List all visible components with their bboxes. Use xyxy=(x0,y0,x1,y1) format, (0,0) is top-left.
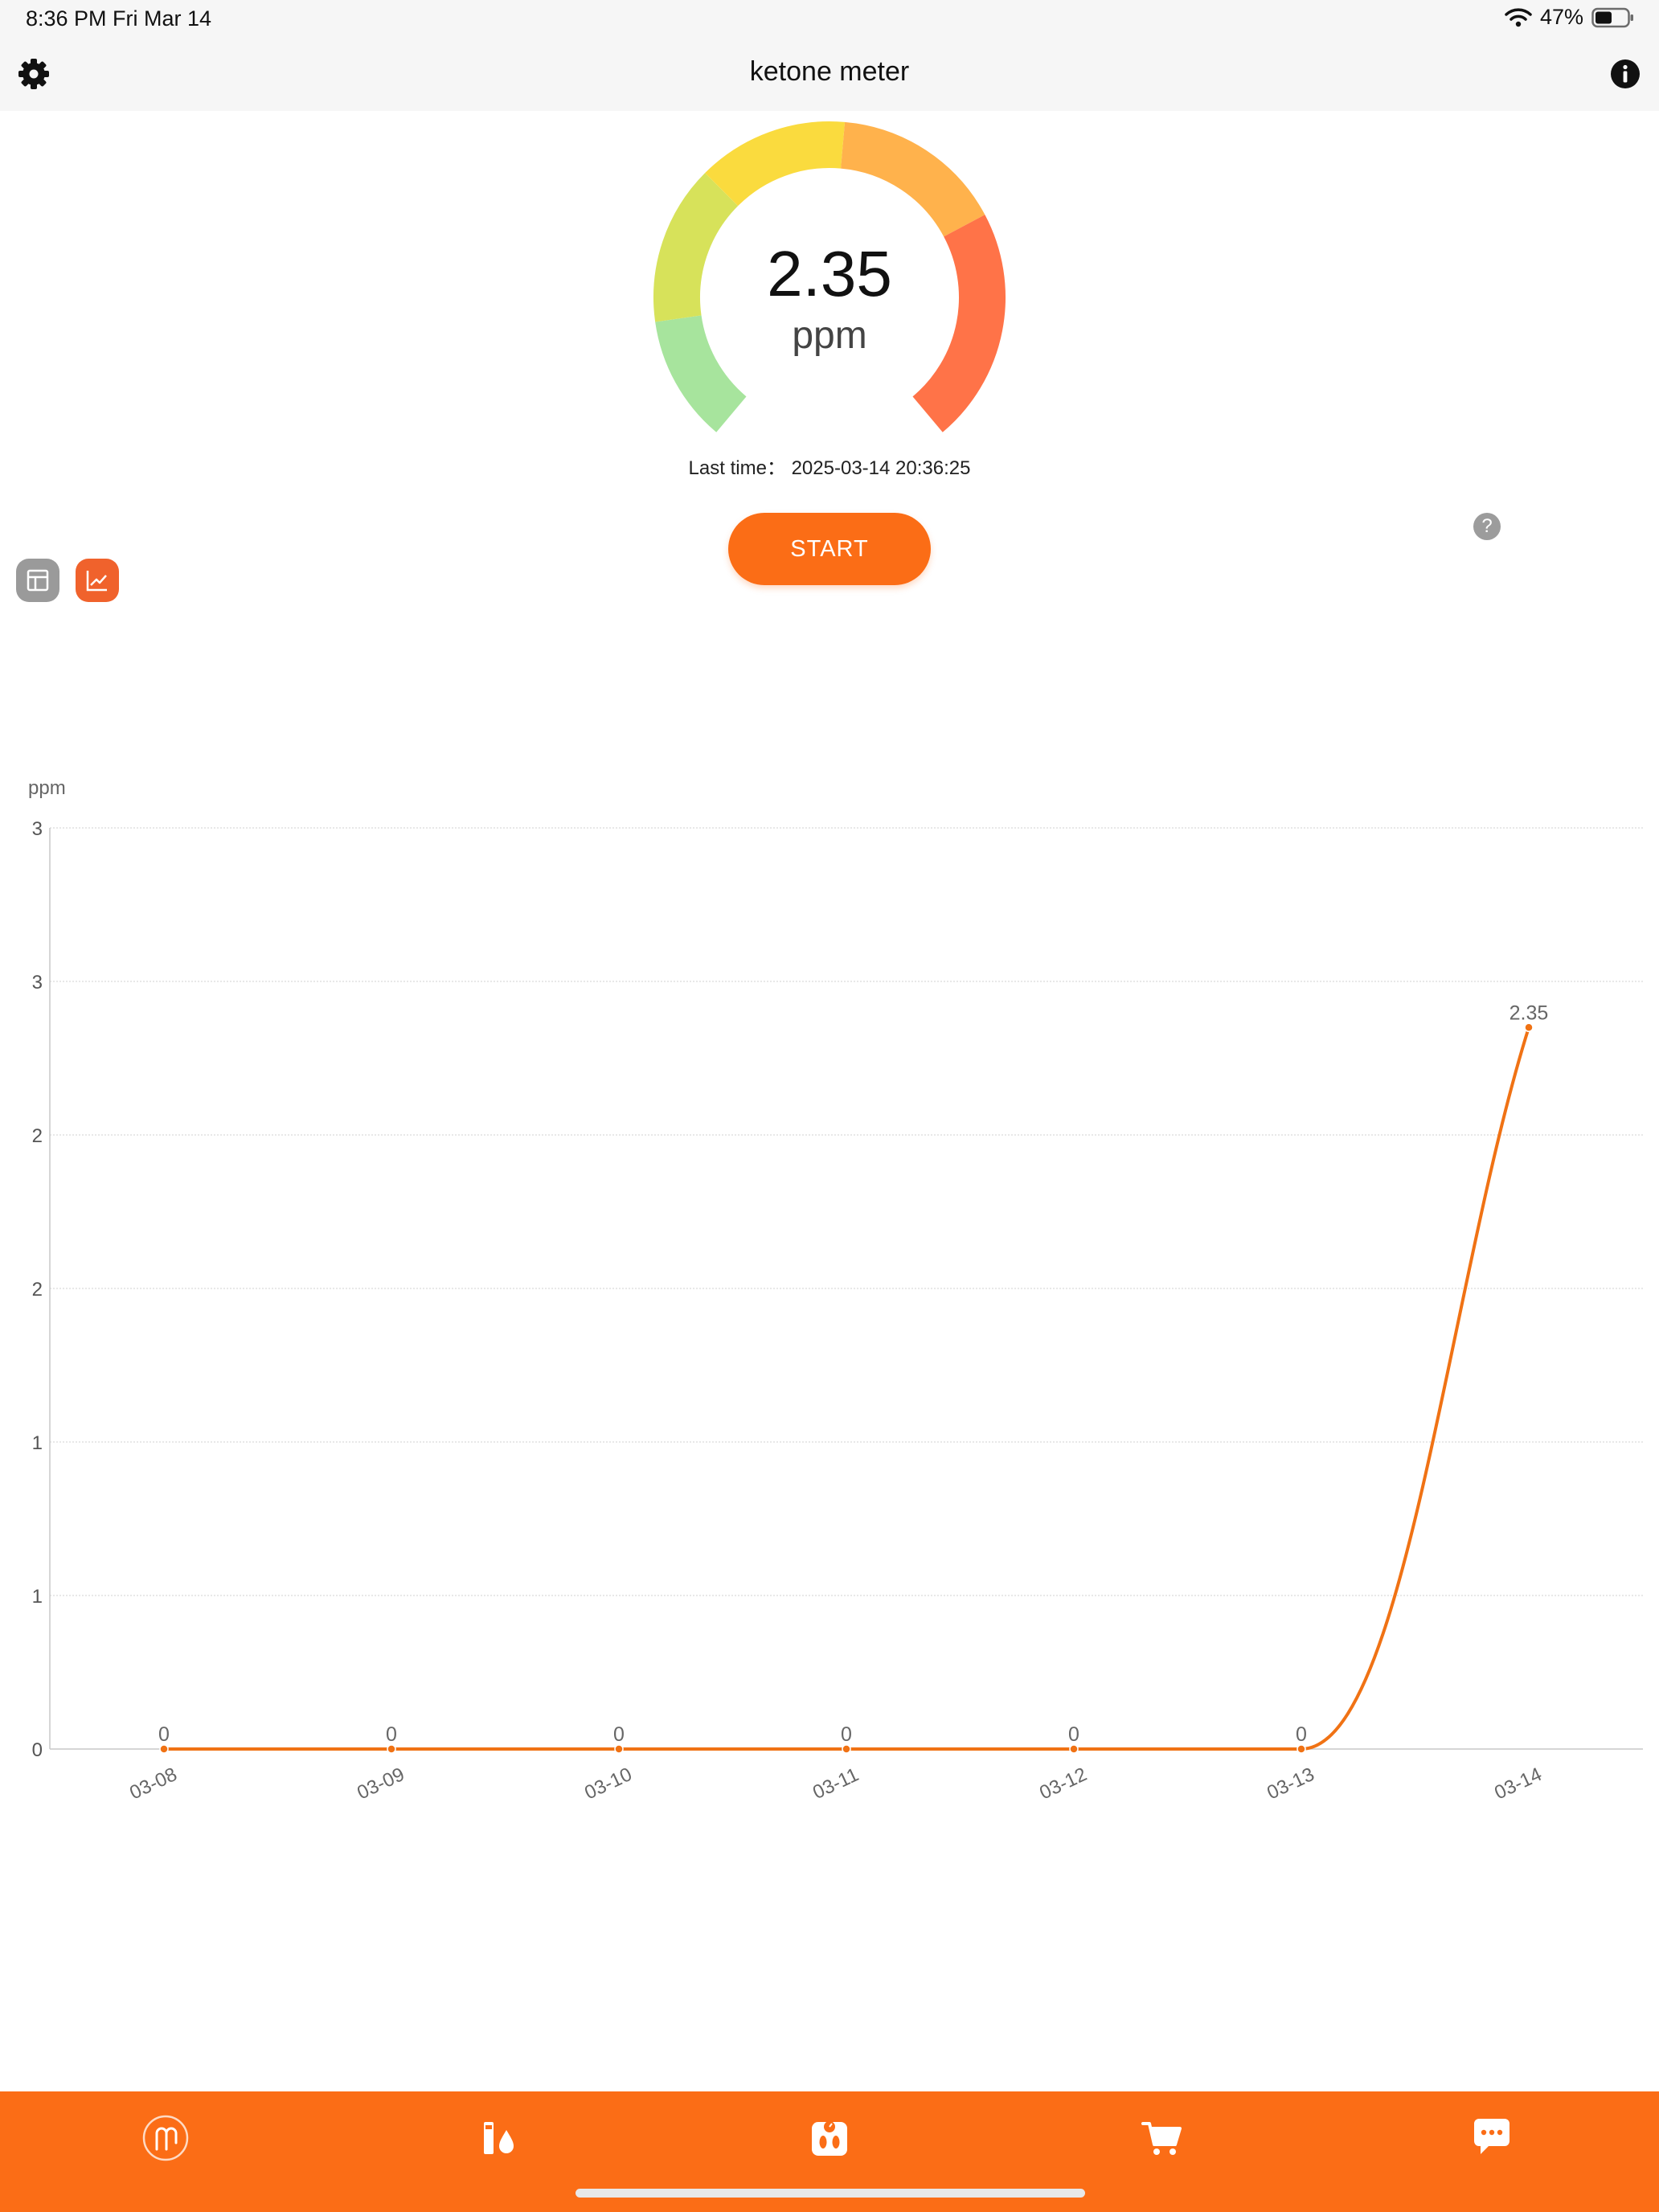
battery-percent: 47% xyxy=(1539,5,1583,29)
test-strip-drop-icon xyxy=(484,2122,514,2154)
gauge-band-3 xyxy=(705,121,846,207)
x-tick-label: 03-10 xyxy=(581,1763,635,1804)
info-icon[interactable] xyxy=(1609,58,1641,90)
gauge-unit: ppm xyxy=(792,314,867,357)
data-point[interactable] xyxy=(842,1744,851,1754)
data-label: 0 xyxy=(1068,1723,1079,1746)
series-line xyxy=(162,1026,1530,1751)
data-point[interactable] xyxy=(1296,1744,1306,1754)
data-label: 0 xyxy=(158,1723,170,1746)
tab-shop[interactable] xyxy=(1138,2114,1186,2162)
wifi-icon xyxy=(1505,7,1532,27)
x-tick-label: 03-09 xyxy=(354,1763,408,1804)
data-label: 0 xyxy=(1296,1723,1307,1746)
x-tick-label: 03-08 xyxy=(126,1763,180,1804)
y-tick-label: 3 xyxy=(32,818,43,840)
battery-icon xyxy=(1591,7,1633,27)
y-tick-label: 2 xyxy=(32,1279,43,1301)
data-point[interactable] xyxy=(1069,1744,1079,1754)
status-indicators: 47% xyxy=(1505,5,1635,30)
cart-icon xyxy=(1141,2122,1182,2155)
gauge: 2.35 ppm xyxy=(0,113,1659,450)
gauge-band-4 xyxy=(840,121,985,238)
home-indicator xyxy=(576,2189,1085,2198)
y-tick-label: 0 xyxy=(32,1739,43,1761)
data-point[interactable] xyxy=(159,1744,169,1754)
line-chart-icon xyxy=(86,571,107,592)
scale-icon xyxy=(812,2121,847,2156)
data-label: 0 xyxy=(386,1723,397,1746)
data-label: 2.35 xyxy=(1509,1002,1549,1024)
x-tick-label: 03-13 xyxy=(1264,1763,1317,1804)
chat-icon xyxy=(1474,2119,1509,2154)
y-tick-label: 3 xyxy=(32,972,43,993)
y-axis-label: ppm xyxy=(28,777,66,799)
data-point[interactable] xyxy=(1524,1022,1534,1033)
tab-test[interactable] xyxy=(476,2114,524,2162)
tab-scale[interactable] xyxy=(805,2114,854,2162)
start-button[interactable]: START xyxy=(728,513,931,585)
last-measurement-time: Last time： 2025-03-14 20:36:25 xyxy=(688,457,971,479)
help-icon[interactable]: ? xyxy=(1473,513,1501,540)
tab-messages[interactable] xyxy=(1468,2114,1516,2162)
y-tick-label: 1 xyxy=(32,1586,43,1608)
data-label: 0 xyxy=(841,1723,852,1746)
data-point[interactable] xyxy=(387,1744,396,1754)
status-bar: 8:36 PM Fri Mar 14 47% xyxy=(0,0,1659,39)
x-tick-label: 03-14 xyxy=(1491,1763,1545,1804)
data-label: 0 xyxy=(613,1723,625,1746)
x-tick-label: 03-11 xyxy=(809,1763,862,1804)
gauge-value: 2.35 xyxy=(767,238,892,309)
x-tick-label: 03-12 xyxy=(1036,1763,1090,1804)
page-title: ketone meter xyxy=(749,56,910,87)
breath-logo-icon xyxy=(142,2115,189,2161)
nav-bar: ketone meter xyxy=(0,39,1659,111)
ketone-history-chart: ppm 0 1 1 2 2 3 3 03-08 03-09 03-10 03-11 03-12 03-13… xyxy=(0,764,1659,1825)
status-time: 8:36 PM Fri Mar 14 xyxy=(26,6,212,31)
tab-home[interactable] xyxy=(141,2114,190,2162)
table-icon xyxy=(27,569,49,592)
table-view-button[interactable] xyxy=(16,559,59,602)
chart-view-button[interactable] xyxy=(76,559,119,602)
y-tick-label: 2 xyxy=(32,1125,43,1147)
y-tick-label: 1 xyxy=(32,1432,43,1454)
chart-svg: ppm 0 1 1 2 2 3 3 03-08 03-09 03-10 03-11 03-12 03-13… xyxy=(28,777,1643,1804)
data-point[interactable] xyxy=(614,1744,624,1754)
